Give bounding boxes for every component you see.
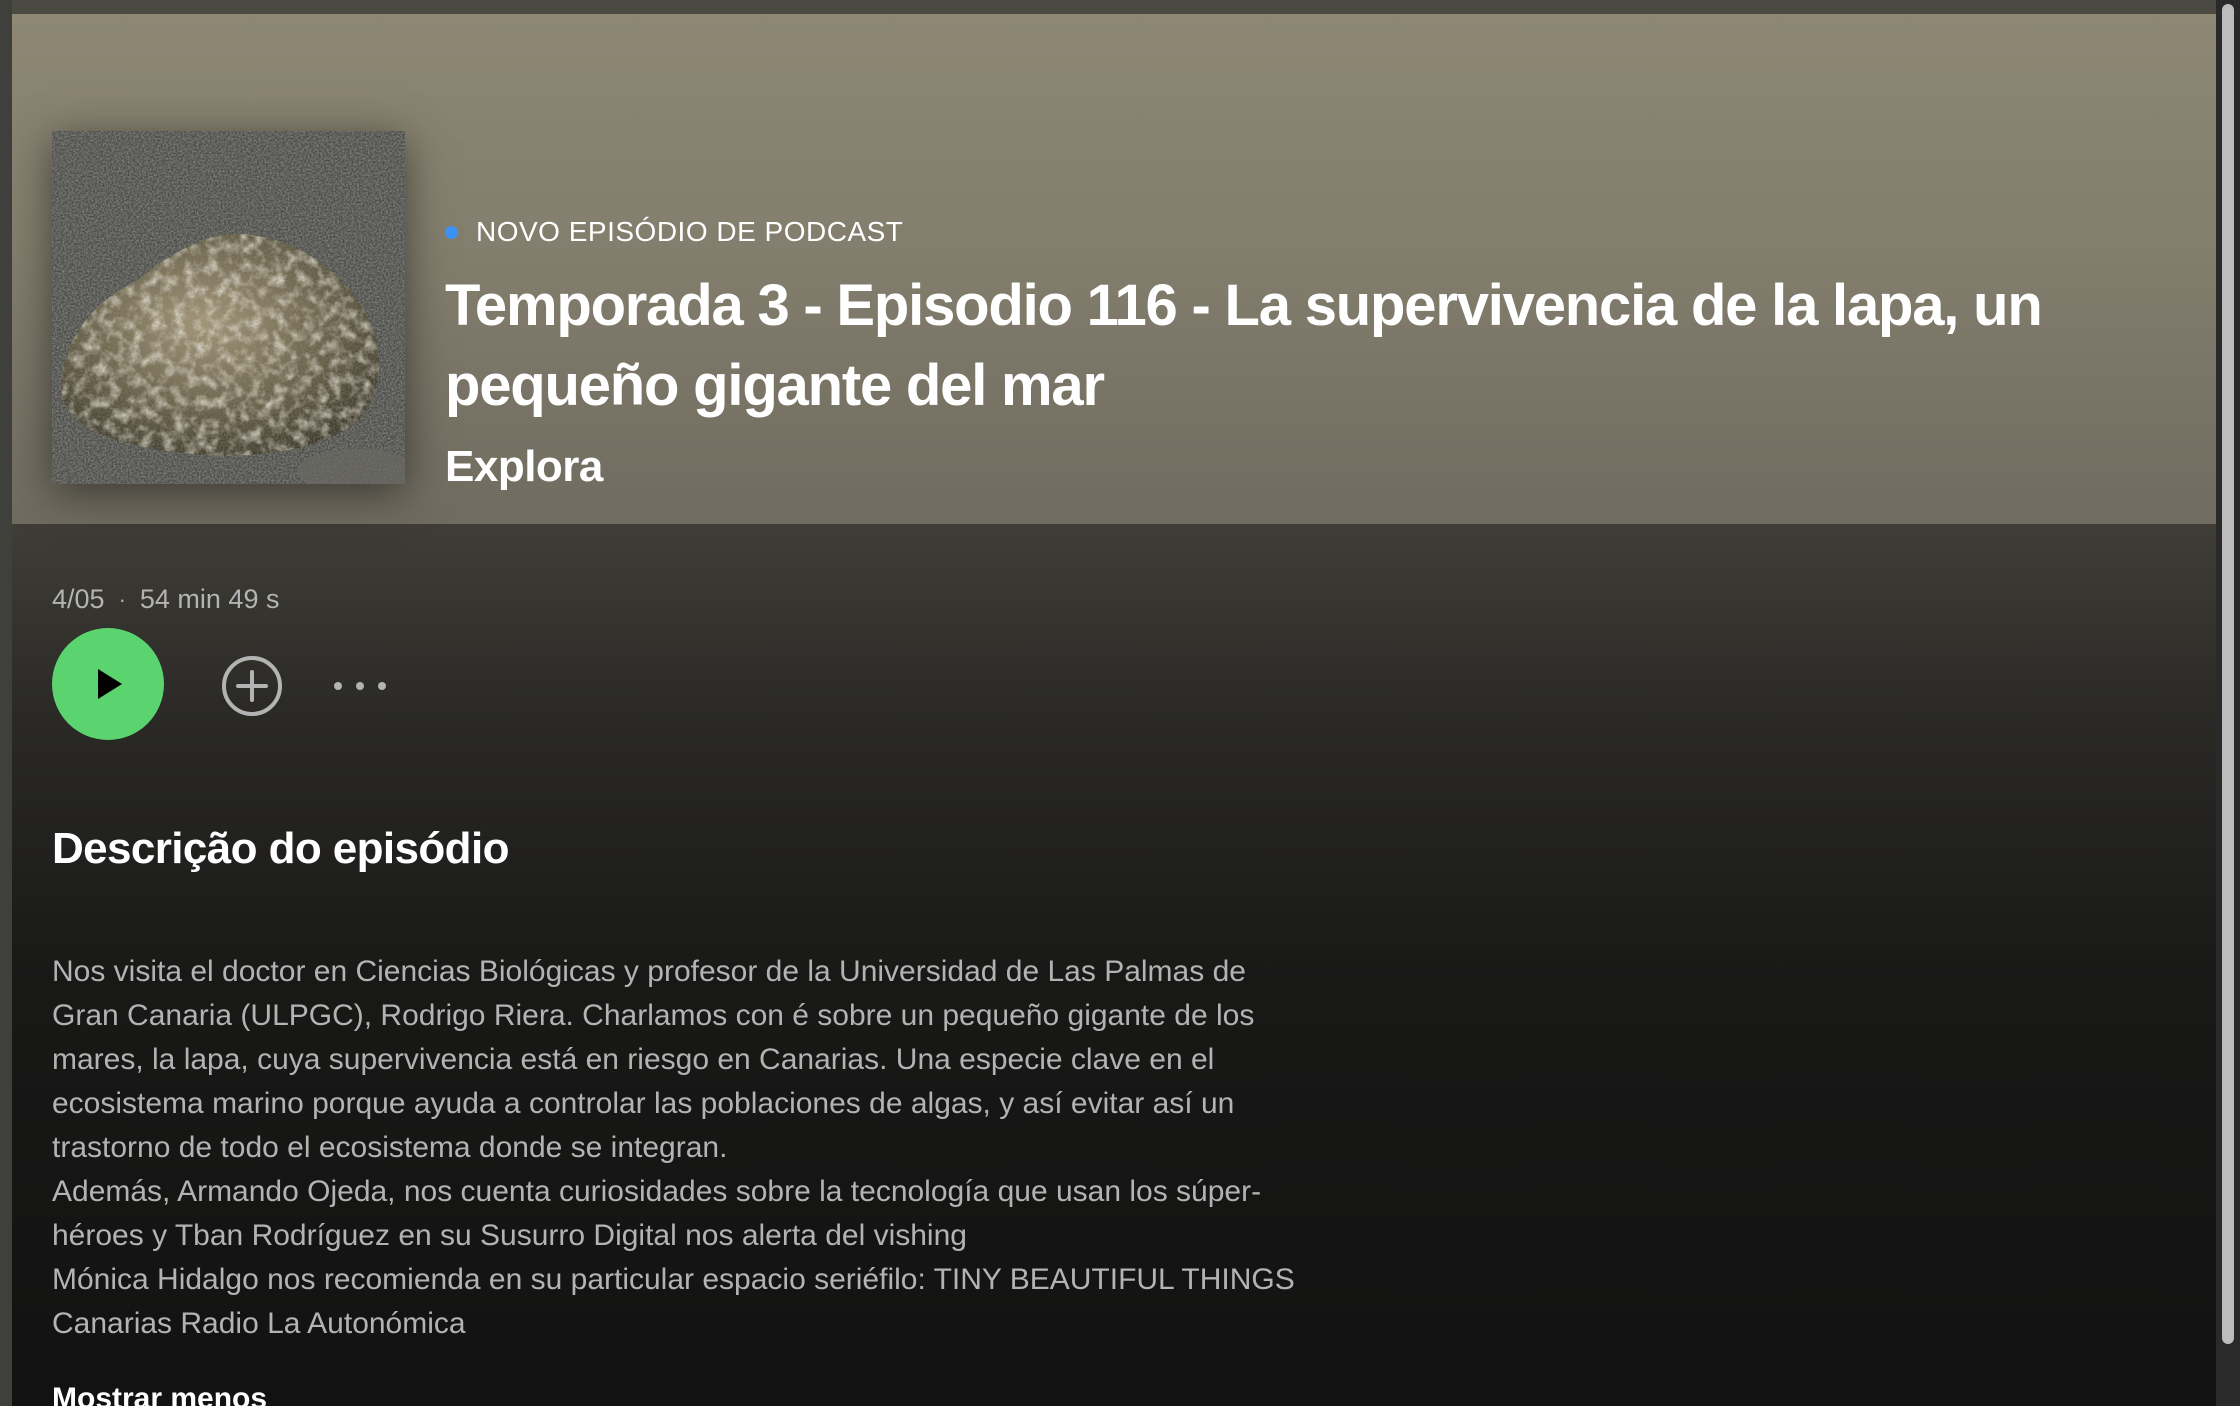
episode-page: NOVO EPISÓDIO DE PODCAST Temporada 3 - E… — [12, 14, 2216, 1406]
description-line: Además, Armando Ojeda, nos cuenta curios… — [52, 1175, 1262, 1208]
description-line: mares, la lapa, cuya supervivencia está … — [52, 1043, 1215, 1076]
plus-circle-icon — [222, 656, 282, 716]
more-options-button[interactable] — [330, 676, 390, 696]
description-line: Gran Canaria (ULPGC), Rodrigo Riera. Cha… — [52, 999, 1255, 1032]
description-line: trastorno de todo el ecosistema donde se… — [52, 1131, 728, 1164]
meta-separator: · — [118, 586, 126, 612]
description-line: Mónica Hidalgo nos recomienda en su part… — [52, 1263, 1295, 1296]
new-dot-icon — [445, 225, 458, 239]
app-window: NOVO EPISÓDIO DE PODCAST Temporada 3 - E… — [0, 0, 2240, 1406]
episode-meta: 4/05 · 54 min 49 s — [52, 584, 279, 615]
play-button[interactable] — [52, 628, 164, 740]
scrollbar-thumb[interactable] — [2222, 4, 2234, 1344]
description-line: Nos visita el doctor en Ciencias Biológi… — [52, 955, 1246, 988]
episode-cover-art — [52, 131, 405, 484]
description-heading: Descrição do episódio — [52, 824, 509, 873]
episode-description: Nos visita el doctor en Ciencias Biológi… — [52, 950, 1432, 1346]
description-line: ecosistema marino porque ayuda a control… — [52, 1087, 1235, 1120]
episode-title: Temporada 3 - Episodio 116 - La superviv… — [445, 273, 2043, 418]
show-less-button[interactable]: Mostrar menos — [52, 1382, 267, 1406]
play-icon — [98, 669, 122, 699]
episode-duration: 54 min 49 s — [139, 584, 280, 614]
description-line: Canarias Radio La Autonómica — [52, 1307, 466, 1340]
release-date: 4/05 — [52, 584, 105, 614]
more-dots-icon — [334, 682, 386, 690]
add-to-library-button[interactable] — [220, 654, 284, 718]
new-episode-label: NOVO EPISÓDIO DE PODCAST — [445, 216, 903, 248]
show-name-link[interactable]: Explora — [445, 442, 603, 492]
description-line: héroes y Tban Rodríguez en su Susurro Di… — [52, 1219, 967, 1252]
window-top-bar — [0, 0, 2240, 14]
cover-image — [52, 131, 405, 484]
new-episode-text: NOVO EPISÓDIO DE PODCAST — [476, 216, 904, 247]
window-left-edge — [0, 0, 12, 1406]
